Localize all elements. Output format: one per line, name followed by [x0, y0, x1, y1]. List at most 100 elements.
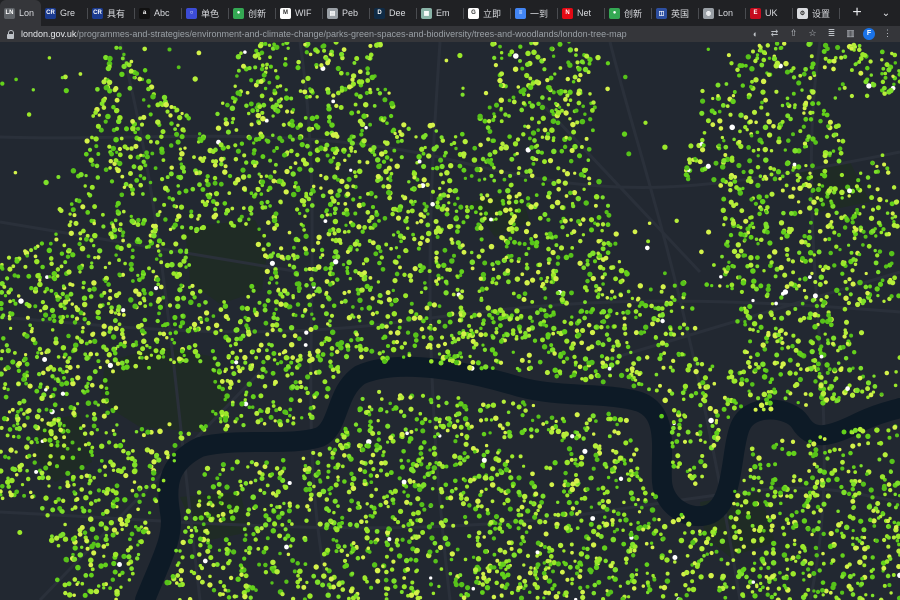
- tree-point[interactable]: [626, 595, 631, 599]
- tree-point[interactable]: [544, 279, 549, 284]
- tree-point[interactable]: [86, 192, 91, 196]
- tree-point[interactable]: [751, 475, 757, 481]
- tree-point[interactable]: [48, 256, 54, 261]
- tree-point[interactable]: [106, 301, 111, 306]
- tree-point[interactable]: [263, 320, 269, 326]
- tree-point[interactable]: [283, 354, 290, 361]
- tree-point[interactable]: [537, 262, 543, 268]
- tree-point[interactable]: [431, 146, 437, 152]
- tree-point[interactable]: [347, 289, 351, 294]
- tree-point[interactable]: [846, 491, 852, 497]
- tree-point[interactable]: [334, 539, 339, 543]
- tree-point[interactable]: [358, 195, 362, 200]
- tree-point[interactable]: [110, 532, 116, 538]
- tree-point[interactable]: [773, 274, 778, 279]
- tree-point[interactable]: [33, 424, 39, 430]
- tree-point[interactable]: [230, 549, 237, 555]
- tree-point[interactable]: [758, 581, 763, 586]
- tree-point[interactable]: [179, 165, 185, 170]
- tree-point[interactable]: [865, 175, 871, 180]
- tree-point[interactable]: [860, 389, 865, 394]
- tree-point[interactable]: [178, 147, 182, 151]
- tree-point[interactable]: [45, 513, 50, 518]
- tree-point[interactable]: [844, 216, 849, 221]
- tree-point[interactable]: [820, 184, 825, 188]
- tree-point[interactable]: [604, 332, 610, 337]
- tree-point[interactable]: [110, 145, 117, 152]
- tree-point[interactable]: [43, 495, 49, 501]
- tree-point[interactable]: [557, 542, 564, 549]
- tree-point[interactable]: [570, 121, 576, 128]
- tree-point[interactable]: [395, 215, 402, 221]
- tree-point[interactable]: [568, 158, 574, 164]
- tree-point[interactable]: [83, 151, 89, 157]
- tree-point[interactable]: [671, 358, 676, 363]
- tree-point[interactable]: [429, 576, 433, 580]
- tree-point[interactable]: [736, 162, 742, 169]
- tree-point[interactable]: [368, 540, 374, 545]
- tree-point[interactable]: [15, 418, 20, 423]
- tree-point[interactable]: [234, 336, 240, 342]
- tree-point[interactable]: [40, 299, 46, 305]
- tree-point[interactable]: [267, 174, 274, 180]
- tree-point[interactable]: [479, 193, 483, 197]
- tree-point[interactable]: [372, 153, 377, 157]
- tree-point[interactable]: [558, 245, 565, 251]
- tree-point[interactable]: [242, 537, 248, 543]
- tree-point[interactable]: [305, 208, 310, 213]
- tree-point[interactable]: [399, 155, 404, 160]
- tree-point[interactable]: [389, 567, 395, 572]
- tree-point[interactable]: [493, 415, 499, 421]
- tree-point[interactable]: [495, 472, 500, 477]
- tree-point[interactable]: [146, 78, 152, 84]
- tree-point[interactable]: [87, 508, 92, 513]
- tree-point[interactable]: [499, 235, 505, 240]
- tree-point[interactable]: [503, 112, 508, 117]
- tree-point[interactable]: [894, 370, 898, 374]
- tree-point[interactable]: [316, 234, 322, 240]
- tree-point[interactable]: [772, 489, 778, 495]
- tree-point[interactable]: [331, 99, 336, 104]
- tree-point[interactable]: [470, 360, 476, 365]
- tree-point[interactable]: [44, 407, 49, 412]
- tree-point[interactable]: [377, 293, 383, 299]
- tree-point[interactable]: [22, 412, 26, 416]
- tree-point[interactable]: [563, 470, 568, 476]
- tree-point[interactable]: [61, 498, 66, 503]
- tree-point[interactable]: [588, 92, 592, 96]
- tree-point[interactable]: [600, 342, 606, 348]
- tree-point[interactable]: [293, 380, 298, 385]
- tree-point[interactable]: [329, 329, 336, 336]
- tree-point[interactable]: [803, 116, 809, 122]
- tree-point[interactable]: [381, 564, 385, 568]
- tree-point[interactable]: [802, 578, 806, 582]
- tree-point[interactable]: [262, 253, 268, 259]
- tree-point[interactable]: [118, 222, 123, 227]
- tree-point[interactable]: [529, 434, 534, 439]
- tree-point[interactable]: [839, 366, 844, 370]
- tree-point[interactable]: [439, 335, 445, 340]
- tree-point[interactable]: [893, 383, 898, 388]
- tree-point[interactable]: [500, 529, 505, 534]
- tree-point[interactable]: [743, 218, 749, 224]
- tree-point[interactable]: [812, 358, 818, 363]
- tree-point[interactable]: [254, 192, 258, 196]
- tree-point[interactable]: [155, 244, 160, 248]
- tree-point[interactable]: [102, 377, 108, 383]
- tree-point[interactable]: [458, 581, 465, 588]
- tree-point[interactable]: [269, 343, 274, 348]
- tree-point[interactable]: [108, 158, 114, 164]
- tree-point[interactable]: [177, 174, 184, 181]
- tree-point[interactable]: [684, 593, 689, 598]
- tree-point[interactable]: [612, 566, 619, 573]
- map-canvas[interactable]: [0, 42, 900, 600]
- tree-point[interactable]: [454, 209, 459, 214]
- tree-point[interactable]: [318, 478, 322, 482]
- tree-point[interactable]: [402, 490, 406, 494]
- tree-point[interactable]: [821, 561, 826, 566]
- tree-point[interactable]: [405, 493, 411, 498]
- tree-point[interactable]: [405, 567, 411, 572]
- tree-point[interactable]: [11, 264, 16, 269]
- tree-point[interactable]: [761, 57, 767, 63]
- tree-point[interactable]: [861, 205, 866, 209]
